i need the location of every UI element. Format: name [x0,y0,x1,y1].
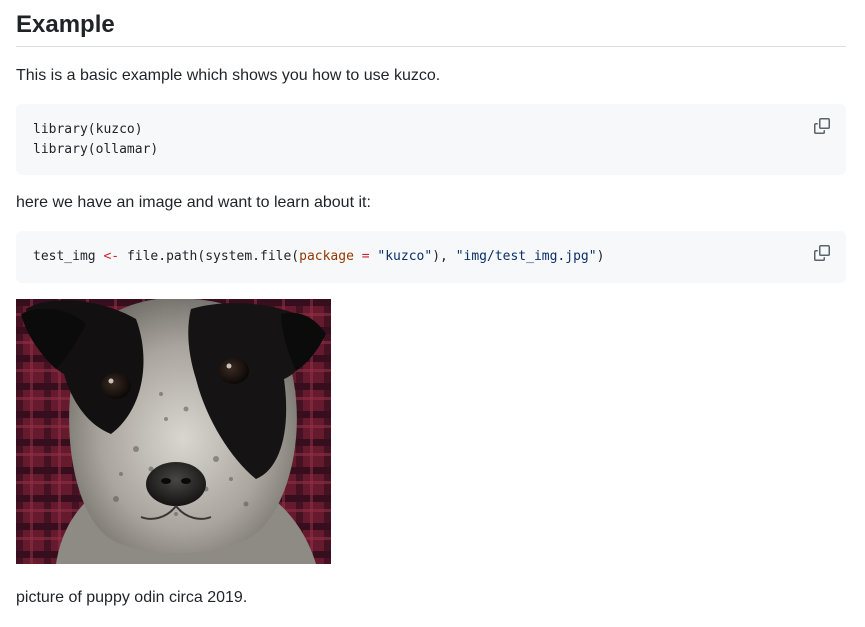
heading-divider [16,46,846,47]
code-equals: = [361,249,370,264]
code-variable: test_img [33,249,96,264]
puppy-image[interactable] [16,299,331,564]
copy-icon [814,118,830,134]
code-punct: ) [596,249,605,264]
puppy-picture [16,299,331,564]
code-argument: package [299,249,354,264]
code-function: file.path(system.file( [126,249,300,264]
code-string: "img/test_img.jpg" [455,249,597,264]
code-block-library: library(kuzco) library(ollamar) [16,104,846,175]
copy-button[interactable] [812,243,832,263]
code-block-test-img: test_img <- file.path(system.file(packag… [16,231,846,283]
code-text-test-img[interactable]: test_img <- file.path(system.file(packag… [33,247,604,267]
code-string: "kuzco" [377,249,433,264]
section-heading: Example [16,11,115,38]
copy-icon [814,245,830,261]
code-text-library[interactable]: library(kuzco) library(ollamar) [33,120,158,160]
code-line: library(kuzco) [33,122,143,137]
code-line: library(ollamar) [33,142,159,157]
code-punct: ), [432,249,456,264]
middle-paragraph: here we have an image and want to learn … [16,194,371,211]
copy-button[interactable] [812,116,832,136]
image-caption: picture of puppy odin circa 2019. [16,589,248,606]
code-assign-operator: <- [103,249,120,264]
intro-paragraph: This is a basic example which shows you … [16,67,441,84]
